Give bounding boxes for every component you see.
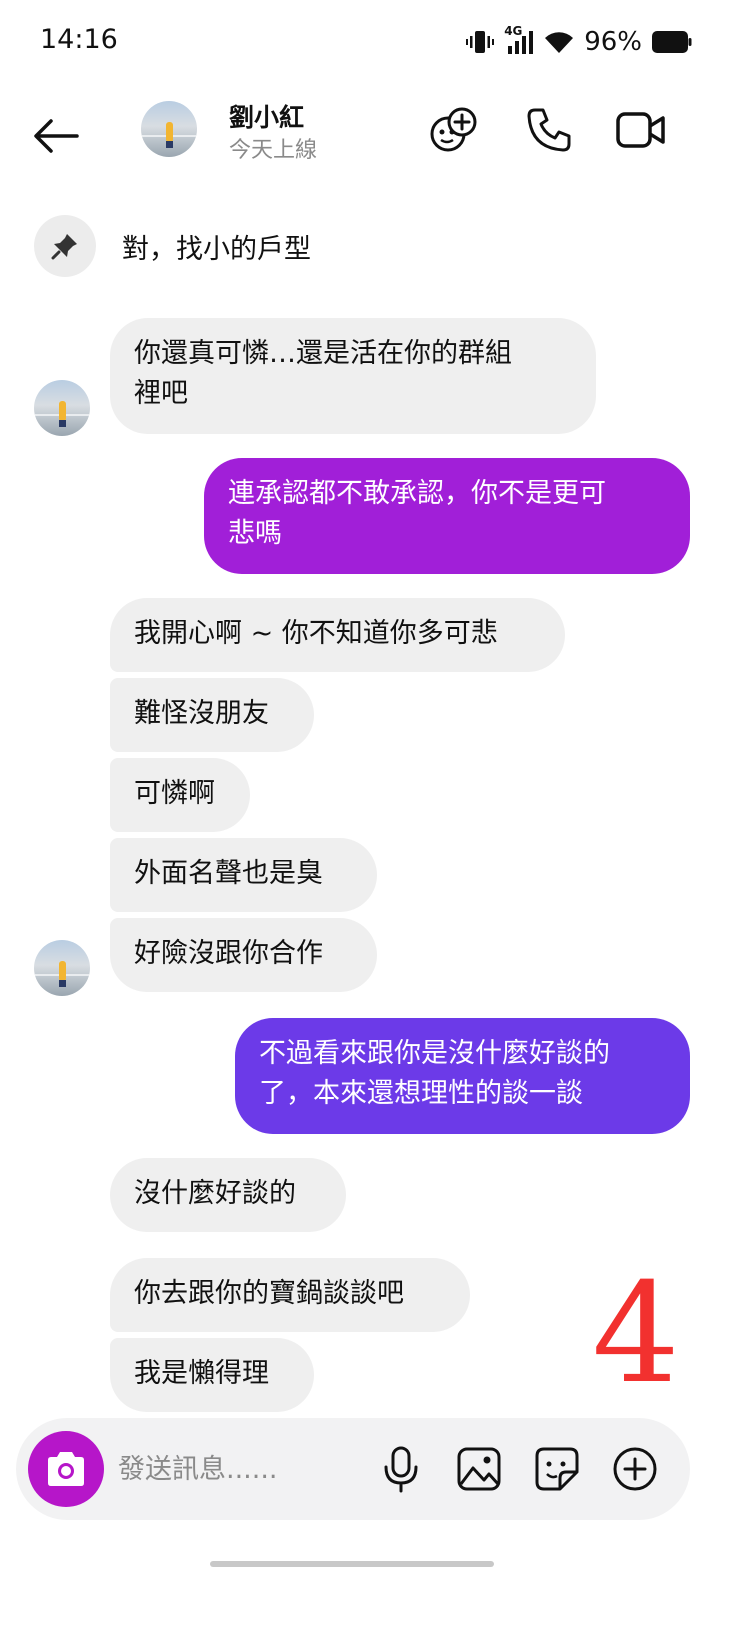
pin-icon — [51, 234, 77, 260]
sticker-button[interactable] — [530, 1442, 584, 1496]
sender-avatar[interactable] — [34, 940, 90, 996]
gallery-button[interactable] — [452, 1442, 506, 1496]
message-received[interactable]: 外面名聲也是臭 — [110, 838, 377, 912]
voice-message-button[interactable] — [374, 1442, 428, 1496]
contact-avatar[interactable] — [141, 101, 197, 157]
contact-status: 今天上線 — [229, 138, 318, 163]
contact-name[interactable]: 劉小紅 — [229, 98, 304, 134]
plus-circle-icon — [613, 1447, 657, 1491]
back-arrow-icon — [34, 119, 79, 153]
message-received[interactable]: 好險沒跟你合作 — [110, 918, 377, 992]
home-indicator[interactable] — [210, 1561, 494, 1567]
sender-avatar[interactable] — [34, 380, 90, 436]
message-received[interactable]: 你去跟你的寶鍋談談吧 — [110, 1258, 470, 1332]
cellular-signal-icon: 4G — [504, 24, 534, 56]
message-composer — [16, 1418, 690, 1520]
message-received[interactable]: 可憐啊 — [110, 758, 250, 832]
camera-icon — [48, 1452, 84, 1486]
microphone-icon — [384, 1446, 418, 1493]
phone-icon — [527, 108, 571, 152]
message-received[interactable]: 你還真可憐…還是活在你的群組 裡吧 — [110, 318, 596, 434]
back-button[interactable] — [28, 108, 84, 164]
gallery-icon — [457, 1447, 501, 1491]
battery-percentage: 96% — [584, 27, 642, 57]
message-received[interactable]: 難怪沒朋友 — [110, 678, 314, 752]
more-options-button[interactable] — [608, 1442, 662, 1496]
message-sent[interactable]: 連承認都不敢承認，你不是更可 悲嗎 — [204, 458, 690, 574]
add-person-icon — [430, 107, 477, 152]
message-received[interactable]: 我開心啊 ~ 你不知道你多可悲 — [110, 598, 565, 672]
message-sent[interactable]: 不過看來跟你是沒什麼好談的 了，本來還想理性的談一談 — [235, 1018, 690, 1134]
overlay-number: 4 — [592, 1253, 680, 1414]
vibrate-icon — [466, 29, 495, 55]
video-camera-icon — [616, 112, 665, 148]
message-input[interactable] — [118, 1446, 368, 1492]
voice-call-button[interactable] — [521, 102, 577, 158]
message-received[interactable]: 我是懶得理 — [110, 1338, 314, 1412]
status-icons: 4G 96% — [466, 24, 692, 60]
video-call-button[interactable] — [613, 102, 669, 158]
pinned-message[interactable]: 對，找小的戶型 — [34, 215, 714, 277]
pinned-text: 對，找小的戶型 — [122, 234, 311, 265]
status-bar: 14:16 4G 96% — [0, 0, 740, 88]
chat-header: 劉小紅 今天上線 — [0, 88, 740, 188]
battery-icon — [652, 30, 692, 54]
status-time: 14:16 — [40, 24, 118, 55]
pin-badge — [34, 215, 96, 277]
message-received[interactable]: 沒什麼好談的 — [110, 1158, 346, 1232]
sticker-icon — [535, 1447, 579, 1491]
camera-button[interactable] — [28, 1431, 104, 1507]
wifi-icon — [544, 29, 574, 55]
add-person-button[interactable] — [426, 102, 482, 158]
